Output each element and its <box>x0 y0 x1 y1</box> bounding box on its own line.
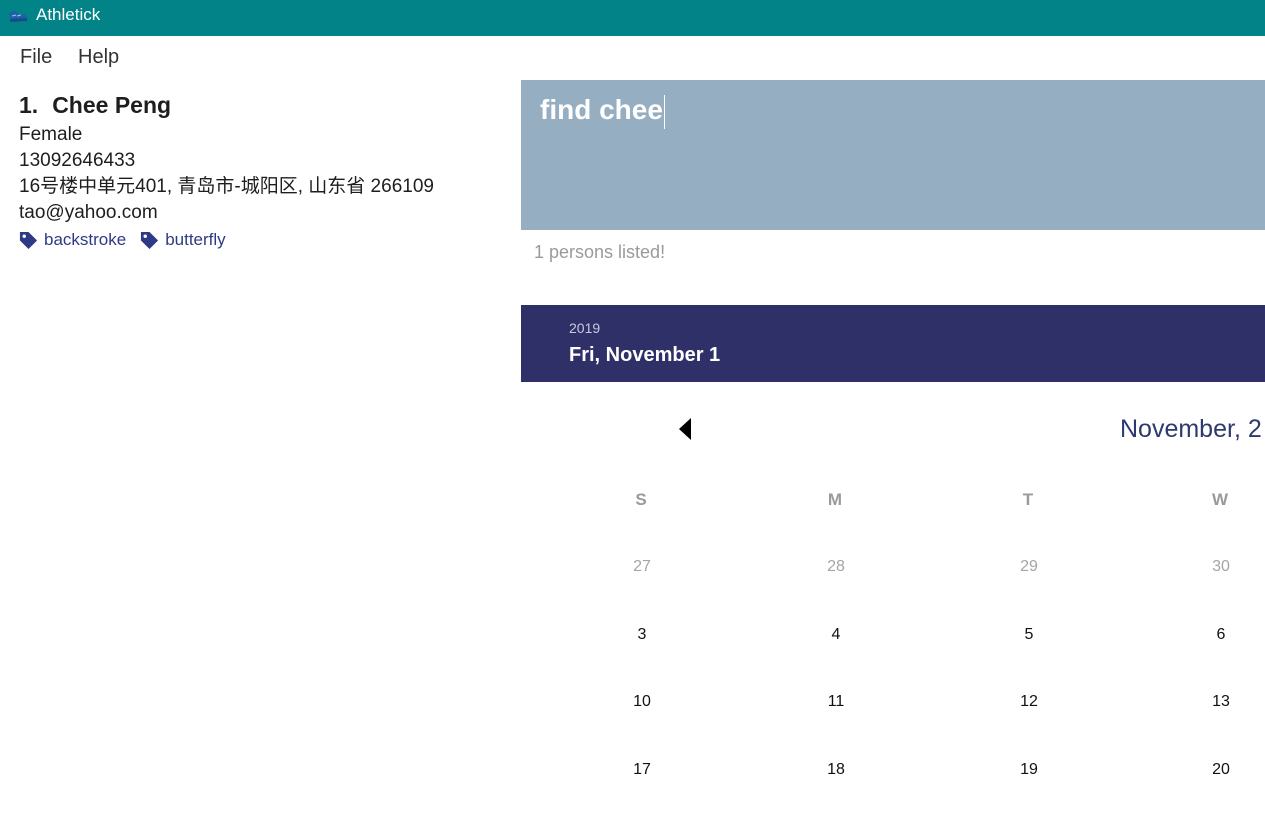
calendar-day[interactable]: 27 <box>612 558 672 576</box>
calendar-day[interactable]: 4 <box>806 626 866 644</box>
day-header-sun: S <box>635 490 647 509</box>
person-email: tao@yahoo.com <box>19 202 158 223</box>
tag-label: butterfly <box>165 230 226 249</box>
date-full: Fri, November 1 <box>569 344 721 366</box>
title-bar: Athletick <box>0 0 1265 36</box>
app-logo-icon <box>9 11 27 22</box>
person-card[interactable]: 1. Chee Peng Female 13092646433 16号楼中单元40… <box>19 92 499 250</box>
calendar-day[interactable]: 17 <box>612 761 672 779</box>
tag-icon <box>141 231 159 249</box>
calendar-day[interactable]: 29 <box>999 558 1059 576</box>
person-gender: Female <box>19 124 83 145</box>
calendar-day[interactable]: 20 <box>1191 761 1251 779</box>
command-input-text: find chee <box>540 94 663 125</box>
calendar-day[interactable]: 28 <box>806 558 866 576</box>
person-list: 1. Chee Peng Female 13092646433 16号楼中单元40… <box>0 80 500 819</box>
window-title: Athletick <box>36 5 101 24</box>
person-header: 1. Chee Peng <box>19 92 499 122</box>
person-tags: backstroke butterfly <box>19 230 499 250</box>
calendar-day[interactable]: 3 <box>612 626 672 644</box>
calendar: November, 2 S M T W 27 28 29 30 3 4 5 6 … <box>521 382 1265 819</box>
calendar-day[interactable]: 13 <box>1191 693 1251 711</box>
menu-bar: File Help <box>0 36 1265 80</box>
tag-icon <box>19 231 38 249</box>
menu-help[interactable]: Help <box>78 46 119 69</box>
date-header: 2019 Fri, November 1 <box>521 305 1265 382</box>
result-display: 1 persons listed! <box>534 242 666 262</box>
person-name: Chee Peng <box>52 92 172 118</box>
tag-backstroke: backstroke <box>19 230 126 250</box>
command-input[interactable]: find chee <box>540 94 665 129</box>
calendar-day[interactable]: 6 <box>1191 626 1251 644</box>
calendar-day[interactable]: 5 <box>999 626 1059 644</box>
date-year: 2019 <box>569 320 601 336</box>
person-address: 16号楼中单元401, 青岛市-城阳区, 山东省 266109 <box>19 176 434 197</box>
calendar-day[interactable]: 19 <box>999 761 1059 779</box>
day-header-tue: T <box>1022 490 1034 509</box>
calendar-day[interactable]: 10 <box>612 693 672 711</box>
calendar-day[interactable]: 30 <box>1191 558 1251 576</box>
person-phone: 13092646433 <box>19 150 136 171</box>
month-title: November, 2 <box>1120 415 1262 443</box>
calendar-day[interactable]: 18 <box>806 761 866 779</box>
person-index: 1. <box>19 92 39 118</box>
calendar-day[interactable]: 11 <box>806 693 866 711</box>
calendar-day[interactable]: 12 <box>999 693 1059 711</box>
command-box[interactable]: find chee <box>521 80 1265 230</box>
day-header-mon: M <box>827 490 843 509</box>
prev-month-arrow-icon[interactable] <box>679 418 691 440</box>
tag-label: backstroke <box>44 230 127 249</box>
tag-butterfly: butterfly <box>140 230 226 250</box>
menu-file[interactable]: File <box>20 46 52 69</box>
day-header-wed: W <box>1211 490 1229 509</box>
text-caret <box>663 94 665 129</box>
